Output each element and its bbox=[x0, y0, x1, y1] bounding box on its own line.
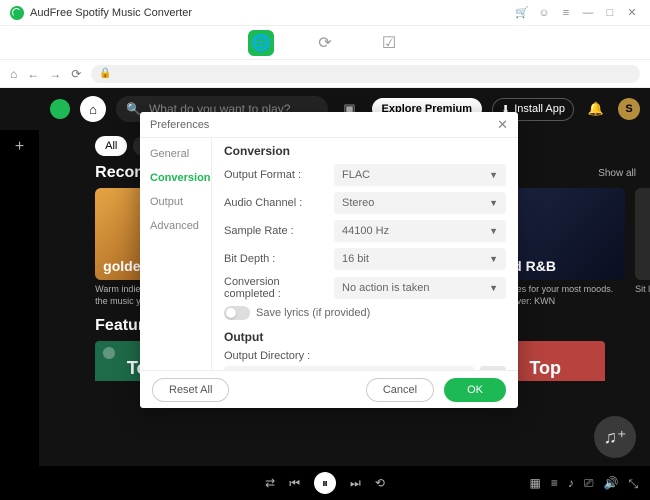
dialog-title: Preferences bbox=[150, 119, 209, 131]
bit-depth-select[interactable]: 16 bit ▼ bbox=[334, 248, 506, 270]
cancel-button[interactable]: Cancel bbox=[366, 378, 434, 402]
preferences-dialog: Preferences ✕ General Conversion Output … bbox=[140, 112, 518, 408]
completed-select[interactable]: No action is taken ▼ bbox=[334, 277, 506, 299]
select-value: 16 bit bbox=[342, 253, 369, 265]
prefs-main: Conversion Output Format : FLAC ▼ Audio C… bbox=[212, 138, 518, 370]
tab-general[interactable]: General bbox=[140, 142, 211, 166]
chevron-down-icon: ▼ bbox=[489, 226, 498, 236]
select-value: 44100 Hz bbox=[342, 225, 389, 237]
bit-depth-label: Bit Depth : bbox=[224, 253, 326, 265]
select-value: FLAC bbox=[342, 169, 370, 181]
select-value: No action is taken bbox=[342, 282, 429, 294]
tab-advanced[interactable]: Advanced bbox=[140, 214, 211, 238]
ok-button[interactable]: OK bbox=[444, 378, 506, 402]
output-directory-label: Output Directory : bbox=[224, 350, 506, 362]
conversion-section-title: Conversion bbox=[224, 144, 506, 158]
output-format-select[interactable]: FLAC ▼ bbox=[334, 164, 506, 186]
audio-channel-label: Audio Channel : bbox=[224, 197, 326, 209]
tab-conversion[interactable]: Conversion bbox=[140, 166, 211, 190]
save-lyrics-toggle[interactable] bbox=[224, 306, 250, 320]
select-value: Stereo bbox=[342, 197, 374, 209]
save-lyrics-label: Save lyrics (if provided) bbox=[256, 307, 370, 319]
completed-label: Conversion completed : bbox=[224, 276, 326, 300]
modal-overlay: Preferences ✕ General Conversion Output … bbox=[0, 0, 650, 500]
close-icon[interactable]: ✕ bbox=[497, 117, 508, 133]
chevron-down-icon: ▼ bbox=[489, 170, 498, 180]
audio-channel-select[interactable]: Stereo ▼ bbox=[334, 192, 506, 214]
sample-rate-select[interactable]: 44100 Hz ▼ bbox=[334, 220, 506, 242]
chevron-down-icon: ▼ bbox=[489, 283, 498, 293]
chevron-down-icon: ▼ bbox=[489, 198, 498, 208]
prefs-sidebar: General Conversion Output Advanced bbox=[140, 138, 212, 370]
dialog-footer: Reset All Cancel OK bbox=[140, 370, 518, 408]
output-section-title: Output bbox=[224, 330, 506, 344]
tab-output[interactable]: Output bbox=[140, 190, 211, 214]
reset-all-button[interactable]: Reset All bbox=[152, 378, 229, 402]
output-format-label: Output Format : bbox=[224, 169, 326, 181]
sample-rate-label: Sample Rate : bbox=[224, 225, 326, 237]
dialog-header: Preferences ✕ bbox=[140, 112, 518, 138]
chevron-down-icon: ▼ bbox=[489, 254, 498, 264]
